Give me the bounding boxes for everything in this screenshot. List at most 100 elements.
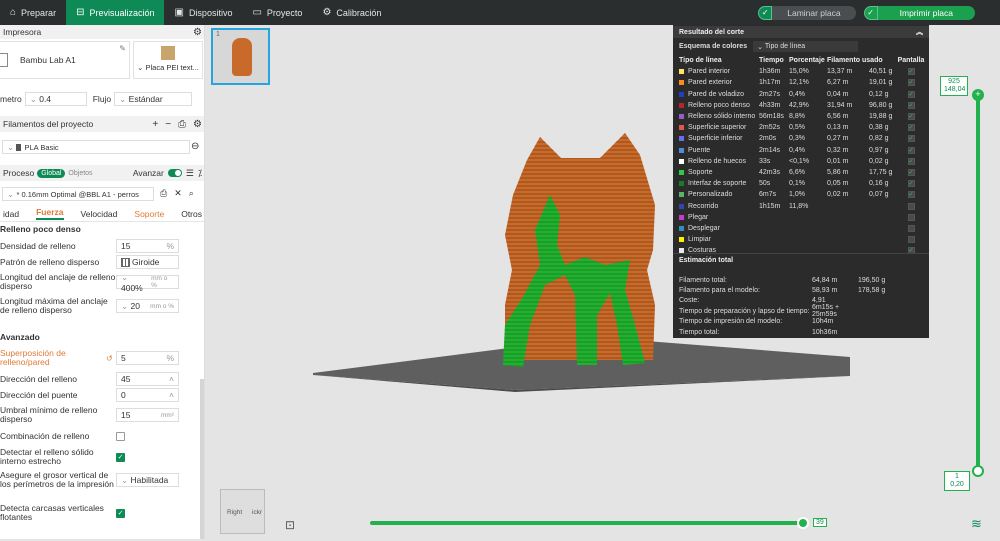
line-color-swatch [679,136,684,142]
process-profile-select[interactable]: ⌄ * 0.16mm Optimal @BBL A1 - perros [2,187,154,201]
line-color-swatch [679,91,684,97]
filaments-section-header: Filamentos del proyecto + − ⎙ ⚙ [0,116,204,132]
edit-icon[interactable]: ✎ [119,44,126,53]
nozzle-diameter-select[interactable]: ⌄ 0.4 [24,92,87,106]
remove-icon[interactable]: − [165,119,171,130]
infill-direction-input[interactable]: 45 ˄ [116,372,179,386]
close-icon[interactable]: ✕ [174,188,182,199]
flow-select[interactable]: ⌄ Estándar [114,92,193,106]
table-row: Soporte 42m3s 6,6% 5,86 m 17,75 g ✓ [679,167,924,178]
line-color-swatch [679,158,684,164]
slice-result-header: Resultado del corte ︽ [673,26,929,38]
visibility-checkbox[interactable]: ✓ [907,146,915,154]
tab-speed[interactable]: Velocidad [81,209,118,219]
overlap-input[interactable]: 5% [116,351,179,365]
moves-slider-handle[interactable] [797,517,809,529]
tab-strength[interactable]: Fuerza [36,207,64,220]
layer-slider-top-handle[interactable]: + [972,89,984,101]
printer-selector[interactable]: Bambu Lab A1 ✎ [0,41,130,79]
visibility-checkbox[interactable]: ✓ [907,68,915,76]
plate-selector[interactable]: ⌄ Placa PEI text... [133,41,203,79]
check-icon: ✓ [863,5,878,20]
visibility-checkbox[interactable] [907,202,915,210]
filament-color-swatch [16,143,22,151]
top-toolbar: ⌂ Preparar ⊟ Previsualización ▣ Dispositivo… [0,0,1000,25]
cat-model [503,133,655,367]
anchor-length-setting: Longitud del anclaje de relleno disperso… [0,272,179,293]
visibility-checkbox[interactable] [907,213,915,221]
detect-narrow-setting: Detectar el relleno sólido interno estre… [0,447,125,466]
printer-icon [0,53,8,67]
line-color-swatch [679,214,684,220]
visibility-checkbox[interactable]: ✓ [907,101,915,109]
tab-preview[interactable]: ⊟ Previsualización [66,0,165,25]
settings-gear-icon[interactable]: ⚙ [193,27,202,38]
ensure-thickness-select[interactable]: ⌄ Habilitada [116,473,179,487]
fit-view-icon[interactable]: ⊡ [285,518,295,532]
calibration-icon: ⚙ [322,7,332,18]
tab-support[interactable]: Soporte [134,209,164,219]
floating-shells-checkbox[interactable]: ✓ [116,508,125,518]
visibility-checkbox[interactable]: ✓ [907,79,915,87]
visibility-checkbox[interactable]: ✓ [907,113,915,121]
save-icon[interactable]: ⎙ [160,188,167,199]
tab-others[interactable]: Otros [181,209,202,219]
detect-narrow-checkbox[interactable]: ✓ [116,452,125,462]
search-icon[interactable]: ⌕ [189,188,194,199]
add-icon[interactable]: + [152,119,158,130]
table-row: Pared de voladizo 2m27s 0,4% 0,04 m 0,12 g ✓ [679,89,924,100]
global-toggle[interactable]: Global [37,168,66,178]
bridge-direction-input[interactable]: 0 ˄ [116,388,179,402]
objects-toggle[interactable]: Objetos [68,170,92,177]
infill-density-input[interactable]: 15% [116,239,179,253]
infill-pattern-select[interactable]: Giroide [116,255,179,269]
plate-thumbnail [161,46,175,60]
visibility-checkbox[interactable]: ✓ [907,191,915,199]
anchor-length-input[interactable]: ⌄ 400% mm o % [116,272,179,293]
bottom-layer-badge: 1 0,20 [944,471,970,491]
filament-select[interactable]: ⌄ PLA Basic [2,140,190,154]
color-scheme-select[interactable]: ⌄ Tipo de línea [753,41,859,52]
tab-quality[interactable]: idad [3,209,19,219]
table-row: Superficie superior 2m52s 0,5% 0,13 m 0,38 g… [679,122,924,133]
visibility-checkbox[interactable] [907,224,915,232]
moves-slider[interactable] [370,521,804,525]
visibility-checkbox[interactable]: ✓ [907,180,915,188]
print-plate-button[interactable]: ✓ Imprimir placa [863,5,975,20]
visibility-checkbox[interactable]: ✓ [907,124,915,132]
tab-device[interactable]: ▣ Dispositivo [164,0,242,25]
tab-calibration[interactable]: ⚙ Calibración [312,0,391,25]
layer-slider[interactable] [976,95,980,471]
visibility-checkbox[interactable]: ✓ [907,157,915,165]
visibility-checkbox[interactable] [907,236,915,244]
table-row: Superficie inferior 2m0s 0,3% 0,27 m 0,82 g ✓ [679,133,924,144]
advanced-switch[interactable] [167,169,182,177]
visibility-checkbox[interactable]: ✓ [907,168,915,176]
home-icon: ⌂ [10,7,17,18]
visibility-checkbox[interactable]: ✓ [907,90,915,98]
moves-value: 39 [813,518,827,527]
layer-slider-bottom-handle[interactable] [972,465,984,477]
infill-density-setting: Densidad de relleno 15% [0,239,179,253]
settings-gear-icon[interactable]: ⚙ [193,119,202,130]
table-header: Tipo de línea Tiempo Porcentaje Filament… [679,57,925,65]
collapse-icon[interactable]: ︽ [916,27,923,37]
estimate-row: Tiempo total: 10h36m [679,328,838,336]
visibility-checkbox[interactable]: ✓ [907,135,915,143]
percent-icon[interactable]: ⁒ [198,168,202,179]
estimate-row: Filamento total: 64,84 m 196,50 g [679,276,886,284]
combine-infill-checkbox[interactable] [116,432,125,441]
threshold-input[interactable]: 15 mm² [116,408,179,422]
layers-icon[interactable]: ≋ [971,516,982,532]
tab-prepare[interactable]: ⌂ Preparar [0,0,66,25]
list-icon[interactable]: ☰ [186,168,194,179]
tab-project[interactable]: ▭ Proyecto [242,0,312,25]
reset-icon[interactable]: ↺ [106,354,116,363]
anchor-max-input[interactable]: ⌄ 20 mm o % [116,299,179,313]
plate-thumbnail-1[interactable]: 1 [211,28,270,85]
view-cube[interactable]: Right ickr [220,489,265,534]
sync-icon[interactable]: ⎙ [178,119,186,130]
filament-options-icon[interactable]: ⊖ [191,141,199,152]
spinner-icon: ˄ [169,390,174,400]
slice-plate-button[interactable]: ✓ Laminar placa [758,5,856,20]
